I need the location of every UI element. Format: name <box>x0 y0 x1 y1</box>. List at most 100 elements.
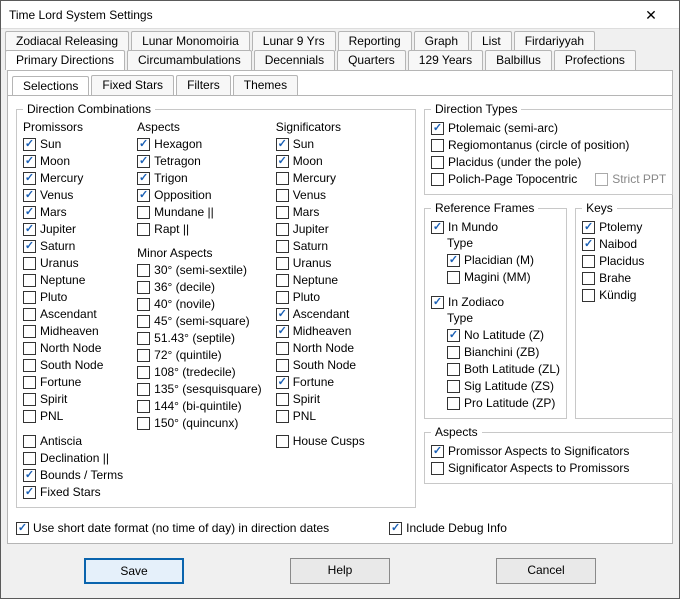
promissor-sun[interactable]: Sun <box>23 136 123 153</box>
minor-aspect-45-semi-square-[interactable]: 45° (semi-square) <box>137 313 262 330</box>
opt-include-debug-info[interactable]: Include Debug Info <box>389 520 507 537</box>
save-button[interactable]: Save <box>84 558 184 584</box>
promissor-moon[interactable]: Moon <box>23 153 123 170</box>
aspect-hexagon[interactable]: Hexagon <box>137 136 262 153</box>
zodiaco-type-no-latitude-z-[interactable]: No Latitude (Z) <box>447 327 560 344</box>
minor-aspect-51-43-septile-[interactable]: 51.43° (septile) <box>137 330 262 347</box>
promissor-midheaven[interactable]: Midheaven <box>23 323 123 340</box>
tab-list[interactable]: List <box>471 31 512 51</box>
minor-aspect-150-quincunx-[interactable]: 150° (quincunx) <box>137 415 262 432</box>
promissor-neptune[interactable]: Neptune <box>23 272 123 289</box>
significator-south-node[interactable]: South Node <box>276 357 365 374</box>
promissor-saturn[interactable]: Saturn <box>23 238 123 255</box>
key-k-ndig[interactable]: Kündig <box>582 287 666 304</box>
significator-venus[interactable]: Venus <box>276 187 365 204</box>
promissor-uranus[interactable]: Uranus <box>23 255 123 272</box>
significator-midheaven[interactable]: Midheaven <box>276 323 365 340</box>
promissor-pluto[interactable]: Pluto <box>23 289 123 306</box>
minor-aspect-30-semi-sextile-[interactable]: 30° (semi-sextile) <box>137 262 262 279</box>
subtab-selections[interactable]: Selections <box>12 76 89 96</box>
direction-type-placidus-under-the-pole-[interactable]: Placidus (under the pole) <box>431 154 666 171</box>
significator-mercury[interactable]: Mercury <box>276 170 365 187</box>
minor-aspect-36-decile-[interactable]: 36° (decile) <box>137 279 262 296</box>
key-ptolemy[interactable]: Ptolemy <box>582 219 666 236</box>
aspect-mundane-[interactable]: Mundane || <box>137 204 262 221</box>
subtab-filters[interactable]: Filters <box>176 75 231 95</box>
promissor-fortune[interactable]: Fortune <box>23 374 123 391</box>
tab-firdariyyah[interactable]: Firdariyyah <box>514 31 595 51</box>
ref-in-mundo[interactable]: In Mundo <box>431 219 560 236</box>
significator-pnl[interactable]: PNL <box>276 408 365 425</box>
significator-sun[interactable]: Sun <box>276 136 365 153</box>
promissor-north-node[interactable]: North Node <box>23 340 123 357</box>
key-placidus[interactable]: Placidus <box>582 253 666 270</box>
tab-zodiacal-releasing[interactable]: Zodiacal Releasing <box>5 31 129 51</box>
significator-uranus[interactable]: Uranus <box>276 255 365 272</box>
tab-circumambulations[interactable]: Circumambulations <box>127 50 252 70</box>
direction-type-ptolemaic-semi-arc-[interactable]: Ptolemaic (semi-arc) <box>431 120 666 137</box>
significator-north-node[interactable]: North Node <box>276 340 365 357</box>
tab-lunar-9-yrs[interactable]: Lunar 9 Yrs <box>252 31 336 51</box>
significator-moon[interactable]: Moon <box>276 153 365 170</box>
promissor-spirit[interactable]: Spirit <box>23 391 123 408</box>
aspect-tetragon[interactable]: Tetragon <box>137 153 262 170</box>
significator-neptune[interactable]: Neptune <box>276 272 365 289</box>
close-icon[interactable]: ✕ <box>631 8 671 22</box>
mundo-type-magini-mm-[interactable]: Magini (MM) <box>447 269 560 286</box>
minor-aspect-72-quintile-[interactable]: 72° (quintile) <box>137 347 262 364</box>
significator-pluto[interactable]: Pluto <box>276 289 365 306</box>
promissor-extra-bounds-terms[interactable]: Bounds / Terms <box>23 467 123 484</box>
promissor-extra-antiscia[interactable]: Antiscia <box>23 433 123 450</box>
minor-aspect-144-bi-quintile-[interactable]: 144° (bi-quintile) <box>137 398 262 415</box>
significator-saturn[interactable]: Saturn <box>276 238 365 255</box>
tab-lunar-monomoiria[interactable]: Lunar Monomoiria <box>131 31 250 51</box>
tab-profections[interactable]: Profections <box>554 50 636 70</box>
tab-reporting[interactable]: Reporting <box>338 31 412 51</box>
cancel-button[interactable]: Cancel <box>496 558 596 584</box>
tab-graph[interactable]: Graph <box>414 31 469 51</box>
minor-aspect-108-tredecile-[interactable]: 108° (tredecile) <box>137 364 262 381</box>
promissor-extra-fixed-stars[interactable]: Fixed Stars <box>23 484 123 501</box>
promissor-extra-declination-[interactable]: Declination || <box>23 450 123 467</box>
aspect-opposition[interactable]: Opposition <box>137 187 262 204</box>
zodiaco-type-pro-latitude-zp-[interactable]: Pro Latitude (ZP) <box>447 395 560 412</box>
direction-type-polich-page-topocentric[interactable]: Polich-Page Topocentric <box>431 171 577 188</box>
promissor-jupiter[interactable]: Jupiter <box>23 221 123 238</box>
promissor-mercury[interactable]: Mercury <box>23 170 123 187</box>
tab-quarters[interactable]: Quarters <box>337 50 406 70</box>
promissor-mars[interactable]: Mars <box>23 204 123 221</box>
tab-balbillus[interactable]: Balbillus <box>485 50 552 70</box>
key-naibod[interactable]: Naibod <box>582 236 666 253</box>
key-brahe[interactable]: Brahe <box>582 270 666 287</box>
direction-type-regiomontanus-circle-of-position-[interactable]: Regiomontanus (circle of position) <box>431 137 666 154</box>
significator-spirit[interactable]: Spirit <box>276 391 365 408</box>
aspect-dir-significator-aspects-to-promissors[interactable]: Significator Aspects to Promissors <box>431 460 666 477</box>
minor-aspect-40-novile-[interactable]: 40° (novile) <box>137 296 262 313</box>
significator-jupiter[interactable]: Jupiter <box>276 221 365 238</box>
promissor-ascendant[interactable]: Ascendant <box>23 306 123 323</box>
subtab-themes[interactable]: Themes <box>233 75 298 95</box>
promissor-south-node[interactable]: South Node <box>23 357 123 374</box>
zodiaco-type-both-latitude-zl-[interactable]: Both Latitude (ZL) <box>447 361 560 378</box>
tab-129-years[interactable]: 129 Years <box>408 50 483 70</box>
minor-aspect-135-sesquisquare-[interactable]: 135° (sesquisquare) <box>137 381 262 398</box>
mundo-type-placidian-m-[interactable]: Placidian (M) <box>447 252 560 269</box>
aspect-trigon[interactable]: Trigon <box>137 170 262 187</box>
significator-extra-house-cusps[interactable]: House Cusps <box>276 433 365 450</box>
help-button[interactable]: Help <box>290 558 390 584</box>
significator-fortune[interactable]: Fortune <box>276 374 365 391</box>
promissor-pnl[interactable]: PNL <box>23 408 123 425</box>
subtab-fixed-stars[interactable]: Fixed Stars <box>91 75 174 95</box>
zodiaco-type-sig-latitude-zs-[interactable]: Sig Latitude (ZS) <box>447 378 560 395</box>
checkbox-label: Mars <box>40 204 67 221</box>
tab-decennials[interactable]: Decennials <box>254 50 335 70</box>
significator-mars[interactable]: Mars <box>276 204 365 221</box>
aspect-dir-promissor-aspects-to-significators[interactable]: Promissor Aspects to Significators <box>431 443 666 460</box>
zodiaco-type-bianchini-zb-[interactable]: Bianchini (ZB) <box>447 344 560 361</box>
tab-primary-directions[interactable]: Primary Directions <box>5 50 125 70</box>
ref-in-zodiaco[interactable]: In Zodiaco <box>431 294 560 311</box>
significator-ascendant[interactable]: Ascendant <box>276 306 365 323</box>
opt-short-date-format[interactable]: Use short date format (no time of day) i… <box>16 520 329 537</box>
promissor-venus[interactable]: Venus <box>23 187 123 204</box>
aspect-rapt-[interactable]: Rapt || <box>137 221 262 238</box>
